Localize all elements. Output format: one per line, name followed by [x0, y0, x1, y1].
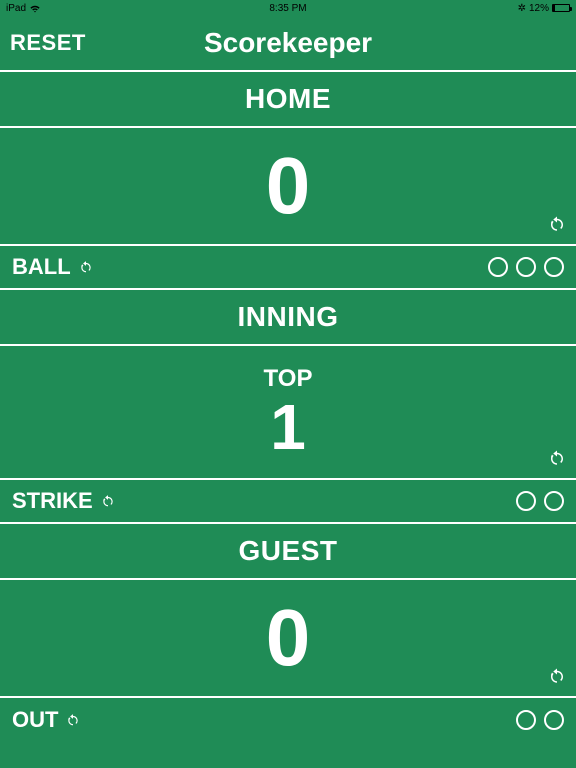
inning-label: INNING	[238, 301, 339, 333]
home-label-row: HOME	[0, 72, 576, 128]
guest-reset-button[interactable]	[548, 667, 566, 690]
out-dots	[516, 710, 564, 730]
reset-button[interactable]: RESET	[10, 30, 86, 56]
ball-dot	[488, 257, 508, 277]
out-dot	[544, 710, 564, 730]
wifi-icon	[29, 3, 41, 13]
ball-reset-button[interactable]	[79, 260, 93, 274]
guest-label: GUEST	[239, 535, 338, 567]
strike-label: STRIKE	[12, 488, 93, 514]
ball-row[interactable]: BALL	[0, 246, 576, 290]
out-label: OUT	[12, 707, 58, 733]
main-content: RESET Scorekeeper HOME 0 BALL INNING TOP…	[0, 16, 576, 768]
home-label: HOME	[245, 83, 331, 115]
undo-icon	[101, 494, 115, 508]
undo-icon	[548, 215, 566, 233]
header-row: RESET Scorekeeper	[0, 16, 576, 72]
battery-pct: 12%	[529, 3, 549, 14]
strike-dot	[516, 491, 536, 511]
bluetooth-icon: ✲	[518, 3, 526, 14]
undo-icon	[66, 713, 80, 727]
guest-score-row[interactable]: 0	[0, 580, 576, 698]
strike-row[interactable]: STRIKE	[0, 480, 576, 524]
undo-icon	[548, 667, 566, 685]
home-score: 0	[266, 146, 311, 226]
guest-label-row: GUEST	[0, 524, 576, 580]
home-reset-button[interactable]	[548, 215, 566, 238]
inning-number: 1	[270, 395, 306, 459]
status-bar: iPad 8:35 PM ✲ 12%	[0, 0, 576, 16]
inning-row[interactable]: TOP 1	[0, 346, 576, 480]
guest-score: 0	[266, 598, 311, 678]
out-dot	[516, 710, 536, 730]
strike-dots	[516, 491, 564, 511]
battery-icon	[552, 4, 570, 12]
ball-dots	[488, 257, 564, 277]
app-title: Scorekeeper	[204, 27, 372, 59]
ball-dot	[516, 257, 536, 277]
ball-dot	[544, 257, 564, 277]
strike-reset-button[interactable]	[101, 494, 115, 508]
ball-label: BALL	[12, 254, 71, 280]
clock: 8:35 PM	[269, 3, 306, 14]
device-label: iPad	[6, 3, 26, 14]
strike-dot	[544, 491, 564, 511]
inning-label-row: INNING	[0, 290, 576, 346]
out-row[interactable]: OUT	[0, 698, 576, 742]
out-reset-button[interactable]	[66, 713, 80, 727]
home-score-row[interactable]: 0	[0, 128, 576, 246]
inning-half: TOP	[264, 365, 313, 393]
inning-reset-button[interactable]	[548, 449, 566, 472]
undo-icon	[548, 449, 566, 467]
undo-icon	[79, 260, 93, 274]
